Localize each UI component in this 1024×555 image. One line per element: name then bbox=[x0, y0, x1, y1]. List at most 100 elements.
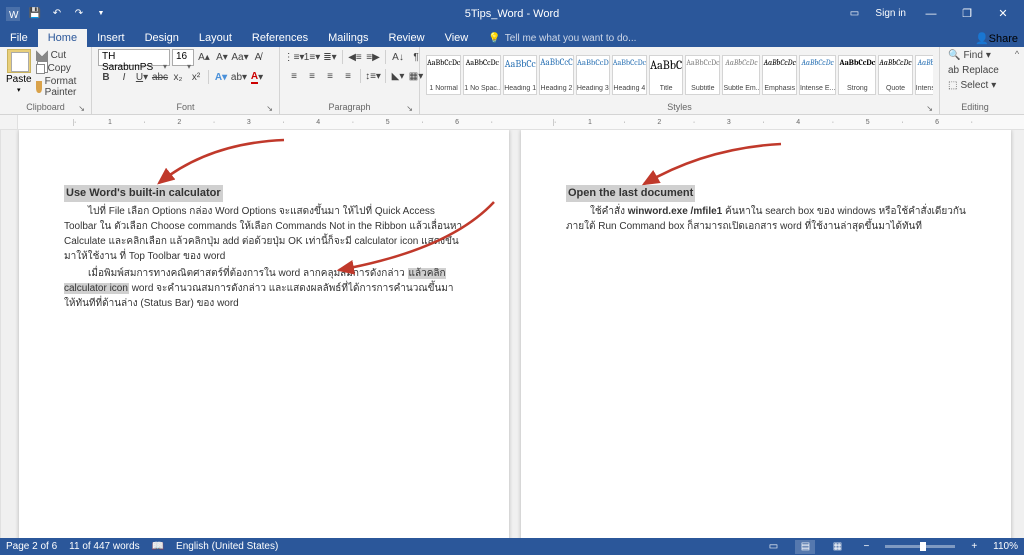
justify-button[interactable]: ≡ bbox=[340, 68, 356, 84]
zoom-out-button[interactable]: − bbox=[859, 541, 873, 552]
numbering-button[interactable]: 1≡▾ bbox=[304, 49, 320, 65]
read-mode-icon[interactable]: ▭ bbox=[763, 540, 783, 554]
tab-references[interactable]: References bbox=[242, 29, 318, 47]
document-page[interactable]: Open the last document ใช้คำสั่ง winword… bbox=[521, 130, 1011, 538]
paragraph-launcher-icon[interactable]: ↘ bbox=[406, 104, 413, 113]
horizontal-ruler[interactable]: ·1·2·3·4·5·6· ·1·2·3·4·5·6· bbox=[0, 115, 1024, 130]
editing-group-label: Editing bbox=[961, 102, 989, 112]
align-center-button[interactable]: ≡ bbox=[304, 68, 320, 84]
style-item[interactable]: AaBbCcDcIntense Q... bbox=[915, 55, 933, 95]
shrink-font-button[interactable]: A▾ bbox=[214, 50, 230, 66]
zoom-slider[interactable] bbox=[885, 545, 955, 548]
clear-formatting-button[interactable]: A̸ bbox=[250, 50, 266, 66]
decrease-indent-button[interactable]: ◀≡ bbox=[347, 49, 363, 65]
tab-view[interactable]: View bbox=[435, 29, 479, 47]
font-name-combo[interactable]: TH SarabunPS bbox=[98, 49, 170, 66]
redo-icon[interactable]: ↷ bbox=[72, 7, 86, 21]
style-item[interactable]: AaBbCcDcHeading 4 bbox=[612, 55, 647, 95]
document-canvas[interactable]: Use Word's built-in calculator ไปที่ Fil… bbox=[0, 130, 1024, 538]
style-item[interactable]: AaBbCcHeading 1 bbox=[503, 55, 537, 95]
find-button[interactable]: 🔍Find ▾ bbox=[946, 49, 1004, 62]
font-color-button[interactable]: A▾ bbox=[249, 69, 265, 85]
paintbrush-icon bbox=[36, 81, 42, 93]
annotation-arrow bbox=[149, 135, 289, 190]
paste-button[interactable]: Paste ▾ bbox=[6, 49, 32, 94]
clipboard-icon bbox=[7, 49, 31, 73]
copy-icon bbox=[36, 64, 45, 74]
superscript-button[interactable]: x² bbox=[188, 69, 204, 85]
undo-icon[interactable]: ↶ bbox=[50, 7, 64, 21]
paragraph-group-label: Paragraph bbox=[328, 102, 370, 112]
style-item[interactable]: AaBbCTitle bbox=[649, 55, 683, 95]
signin-link[interactable]: Sign in bbox=[875, 8, 906, 19]
multilevel-list-button[interactable]: ≣▾ bbox=[322, 49, 338, 65]
replace-button[interactable]: abReplace bbox=[946, 64, 1004, 77]
style-item[interactable]: AaBbCcCHeading 2 bbox=[539, 55, 574, 95]
clipboard-launcher-icon[interactable]: ↘ bbox=[78, 104, 85, 113]
highlight-button[interactable]: ab▾ bbox=[231, 69, 247, 85]
collapse-ribbon-icon[interactable]: ^ bbox=[1015, 49, 1019, 59]
style-item[interactable]: AaBbCcDcEmphasis bbox=[762, 55, 796, 95]
tab-file[interactable]: File bbox=[0, 29, 38, 47]
style-item[interactable]: AaBbCcDcIntense E... bbox=[799, 55, 836, 95]
search-icon: 🔍 bbox=[948, 50, 960, 61]
line-spacing-button[interactable]: ↕≡▾ bbox=[365, 68, 381, 84]
increase-indent-button[interactable]: ≡▶ bbox=[365, 49, 381, 65]
select-button[interactable]: ⬚Select ▾ bbox=[946, 79, 1004, 92]
ribbon-display-icon[interactable]: ▭ bbox=[839, 4, 869, 24]
text-effects-button[interactable]: A▾ bbox=[213, 69, 229, 85]
scissors-icon bbox=[36, 49, 48, 61]
tab-review[interactable]: Review bbox=[379, 29, 435, 47]
replace-icon: ab bbox=[948, 65, 959, 76]
tab-mailings[interactable]: Mailings bbox=[318, 29, 378, 47]
strikethrough-button[interactable]: abc bbox=[152, 69, 168, 85]
style-item[interactable]: AaBbCcDcStrong bbox=[838, 55, 876, 95]
tab-design[interactable]: Design bbox=[135, 29, 189, 47]
font-launcher-icon[interactable]: ↘ bbox=[266, 104, 273, 113]
style-item[interactable]: AaBbCcDcQuote bbox=[878, 55, 912, 95]
zoom-in-button[interactable]: + bbox=[967, 541, 981, 552]
qat-customize-icon[interactable]: ▼ bbox=[94, 7, 108, 21]
svg-text:W: W bbox=[9, 10, 19, 21]
subscript-button[interactable]: x₂ bbox=[170, 69, 186, 85]
styles-group-label: Styles bbox=[667, 102, 692, 112]
tab-home[interactable]: Home bbox=[38, 29, 87, 47]
tab-layout[interactable]: Layout bbox=[189, 29, 242, 47]
styles-gallery[interactable]: AaBbCcDc1 NormalAaBbCcDc1 No Spac...AaBb… bbox=[426, 49, 933, 101]
share-icon: 👤 bbox=[975, 33, 989, 45]
share-button[interactable]: 👤Share bbox=[975, 32, 1018, 45]
style-item[interactable]: AaBbCcDcSubtle Em... bbox=[722, 55, 760, 95]
web-layout-icon[interactable]: ▦ bbox=[827, 540, 847, 554]
tab-insert[interactable]: Insert bbox=[87, 29, 135, 47]
status-page[interactable]: Page 2 of 6 bbox=[6, 541, 57, 552]
change-case-button[interactable]: Aa▾ bbox=[232, 50, 248, 66]
sort-button[interactable]: A↓ bbox=[390, 49, 406, 65]
zoom-level[interactable]: 110% bbox=[993, 541, 1018, 552]
close-button[interactable]: ✕ bbox=[988, 4, 1018, 24]
shading-button[interactable]: ◣▾ bbox=[390, 68, 406, 84]
minimize-button[interactable]: — bbox=[916, 4, 946, 24]
restore-button[interactable]: ❐ bbox=[952, 4, 982, 24]
format-painter-button[interactable]: Format Painter bbox=[36, 76, 85, 98]
font-size-combo[interactable]: 16 bbox=[172, 49, 194, 66]
copy-button[interactable]: Copy bbox=[36, 63, 85, 74]
status-wordcount[interactable]: 11 of 447 words bbox=[69, 541, 139, 552]
styles-launcher-icon[interactable]: ↘ bbox=[926, 104, 933, 113]
style-item[interactable]: AaBbCcDcSubtitle bbox=[685, 55, 720, 95]
status-language[interactable]: English (United States) bbox=[176, 541, 278, 552]
document-page[interactable]: Use Word's built-in calculator ไปที่ Fil… bbox=[19, 130, 509, 538]
highlighter-icon: ab bbox=[231, 72, 242, 83]
save-icon[interactable]: 💾 bbox=[28, 7, 42, 21]
print-layout-icon[interactable]: ▤ bbox=[795, 540, 815, 554]
bullets-button[interactable]: ⋮≡▾ bbox=[286, 49, 302, 65]
status-spellcheck-icon[interactable]: 📖 bbox=[152, 541, 164, 552]
style-item[interactable]: AaBbCcDc1 No Spac... bbox=[463, 55, 501, 95]
cut-button[interactable]: Cut bbox=[36, 49, 85, 61]
align-left-button[interactable]: ≡ bbox=[286, 68, 302, 84]
style-item[interactable]: AaBbCcDHeading 3 bbox=[576, 55, 610, 95]
cursor-icon: ⬚ bbox=[948, 80, 957, 91]
tell-me-search[interactable]: 💡Tell me what you want to do... bbox=[478, 30, 646, 47]
grow-font-button[interactable]: A▴ bbox=[196, 50, 212, 66]
align-right-button[interactable]: ≡ bbox=[322, 68, 338, 84]
style-item[interactable]: AaBbCcDc1 Normal bbox=[426, 55, 461, 95]
